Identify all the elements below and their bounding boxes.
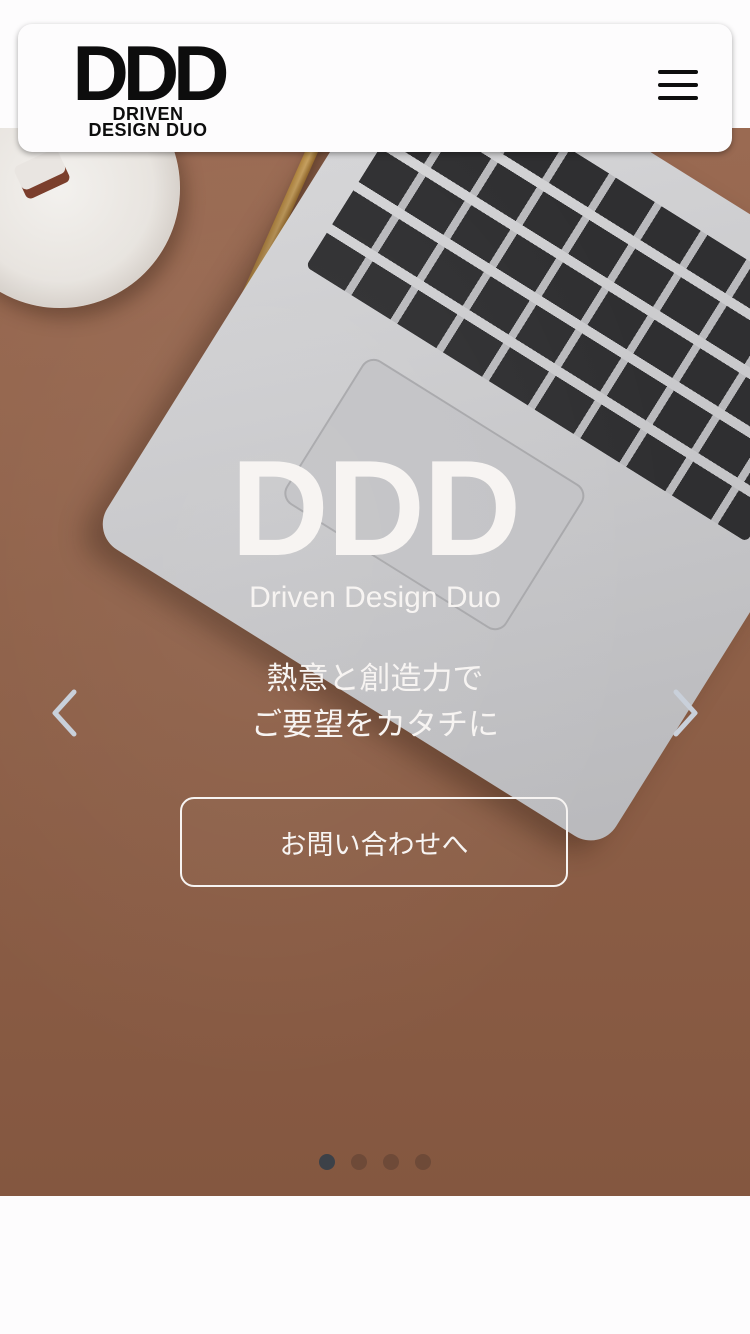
chevron-right-icon — [673, 689, 698, 737]
hero-tagline: 熱意と創造力で ご要望をカタチに — [0, 656, 750, 748]
logo-mark: DDD — [72, 29, 230, 117]
slider-next-button[interactable] — [664, 685, 708, 741]
chevron-left-icon — [52, 689, 77, 737]
slider-pagination — [0, 1154, 750, 1170]
site-header: DDD DRIVEN DESIGN DUO — [18, 24, 732, 152]
hero-slider: DDD Driven Design Duo 熱意と創造力で ご要望をカタチに お… — [0, 128, 750, 1196]
hamburger-line — [658, 83, 698, 87]
slider-dot-4[interactable] — [415, 1154, 431, 1170]
slider-dot-3[interactable] — [383, 1154, 399, 1170]
tagline-line-2: ご要望をカタチに — [251, 707, 499, 743]
tagline-line-1: 熱意と創造力で — [266, 661, 484, 697]
hamburger-line — [658, 70, 698, 74]
slider-prev-button[interactable] — [42, 685, 86, 741]
hamburger-line — [658, 96, 698, 100]
hero-title: DDD — [230, 432, 522, 584]
slider-dot-2[interactable] — [351, 1154, 367, 1170]
hero-subtitle: Driven Design Duo — [249, 581, 501, 614]
logo-line-2: DESIGN DUO — [88, 120, 208, 140]
hamburger-menu-icon[interactable] — [658, 70, 700, 104]
contact-button[interactable]: お問い合わせへ — [180, 797, 568, 887]
slider-dot-1[interactable] — [319, 1154, 335, 1170]
site-logo[interactable]: DDD DRIVEN DESIGN DUO — [60, 29, 236, 146]
